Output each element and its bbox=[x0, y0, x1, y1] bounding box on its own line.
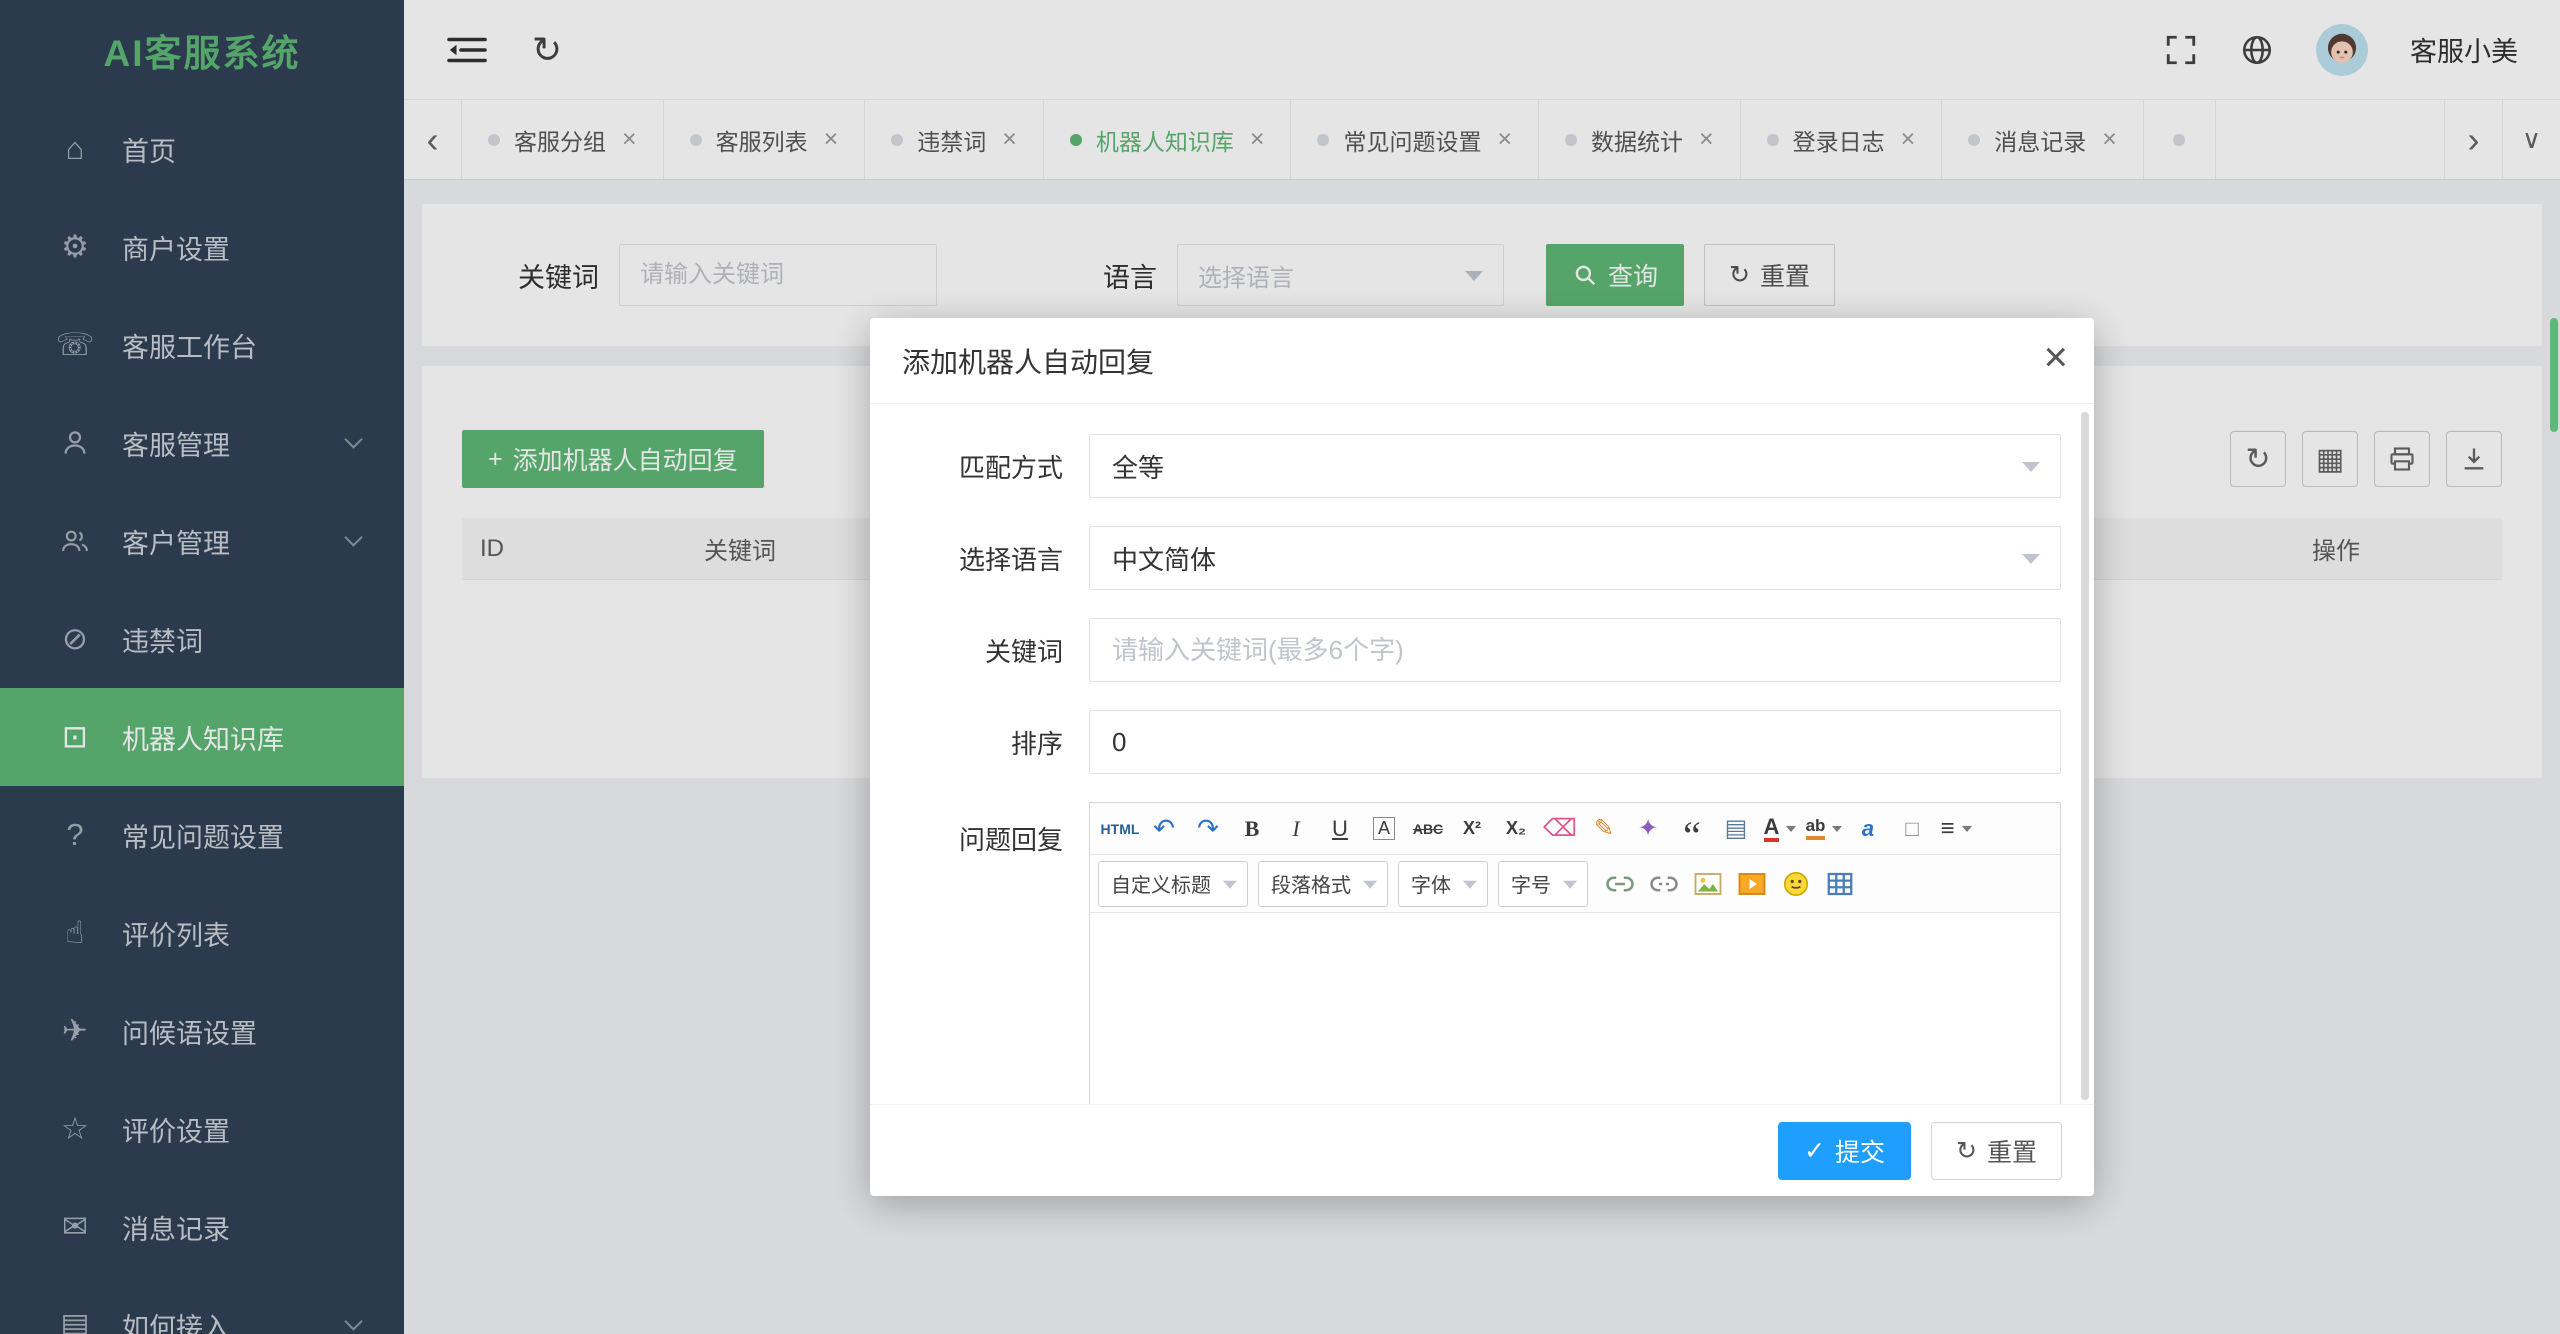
font-style-icon[interactable]: A bbox=[1363, 809, 1405, 849]
blockquote-icon[interactable]: “ bbox=[1671, 809, 1713, 855]
rich-text-editor: HTML ↶ ↷ B I U A ABC X² X₂ ⌫ ✎ ✦ “ ▤ A a bbox=[1089, 802, 2061, 1104]
modal-reset-button[interactable]: ↻ 重置 bbox=[1931, 1121, 2062, 1180]
match-type-value: 全等 bbox=[1112, 452, 1165, 483]
close-icon[interactable]: × bbox=[2043, 336, 2068, 378]
modal-body: 匹配方式 全等 选择语言 中文简体 关键词 排序 bbox=[870, 404, 2094, 1104]
image-icon[interactable] bbox=[1688, 864, 1728, 904]
list-style-icon[interactable]: ≡ bbox=[1935, 809, 1977, 849]
check-icon: ✓ bbox=[1804, 1136, 1826, 1165]
add-auto-reply-modal: 添加机器人自动回复 × 匹配方式 全等 选择语言 中文简体 关键词 排序 bbox=[870, 318, 2094, 1196]
page-scrollbar-thumb[interactable] bbox=[2550, 318, 2558, 432]
paste-icon[interactable]: ▤ bbox=[1715, 809, 1757, 849]
editor-content-area[interactable] bbox=[1090, 913, 2060, 1104]
match-type-label: 匹配方式 bbox=[958, 452, 1063, 483]
html-source-icon[interactable]: HTML bbox=[1099, 809, 1141, 849]
language-select-label: 选择语言 bbox=[958, 544, 1063, 575]
undo-icon[interactable]: ↶ bbox=[1143, 809, 1185, 849]
modal-footer: ✓ 提交 ↻ 重置 bbox=[870, 1104, 2094, 1196]
refresh-icon: ↻ bbox=[1956, 1136, 1977, 1165]
strikethrough-icon[interactable]: ABC bbox=[1407, 809, 1449, 849]
chevron-down-icon bbox=[1223, 880, 1237, 889]
table-icon[interactable] bbox=[1820, 864, 1860, 904]
remove-format-icon[interactable]: ⌫ bbox=[1539, 809, 1581, 849]
language-value: 中文简体 bbox=[1112, 544, 1217, 575]
font-family-dropdown[interactable]: 字体 bbox=[1398, 860, 1488, 907]
chevron-down-icon bbox=[1563, 880, 1577, 889]
font-color-icon[interactable]: A bbox=[1759, 809, 1801, 849]
italic-icon[interactable]: I bbox=[1275, 809, 1317, 849]
chevron-down-icon bbox=[1961, 825, 1972, 832]
modal-language-select[interactable]: 中文简体 bbox=[1089, 526, 2061, 590]
match-type-row: 匹配方式 全等 bbox=[870, 434, 2094, 498]
editor-toolbar-row2: 自定义标题 段落格式 字体 字号 bbox=[1090, 855, 2060, 913]
paragraph-format-dropdown[interactable]: 段落格式 bbox=[1258, 860, 1388, 907]
chevron-down-icon bbox=[1363, 880, 1377, 889]
submit-button[interactable]: ✓ 提交 bbox=[1778, 1121, 1912, 1180]
sort-input[interactable] bbox=[1112, 726, 2038, 758]
modal-title: 添加机器人自动回复 bbox=[902, 346, 1155, 378]
sort-field bbox=[1089, 710, 2061, 774]
sort-row: 排序 bbox=[870, 710, 2094, 774]
underline-icon[interactable]: U bbox=[1319, 809, 1361, 849]
keyword-field bbox=[1089, 618, 2061, 682]
emoji-icon[interactable] bbox=[1776, 864, 1816, 904]
chevron-down-icon bbox=[1786, 825, 1797, 832]
keyword-row: 关键词 bbox=[870, 618, 2094, 682]
language-row: 选择语言 中文简体 bbox=[870, 526, 2094, 590]
custom-title-dropdown[interactable]: 自定义标题 bbox=[1098, 860, 1248, 907]
auto-format-icon[interactable]: ✦ bbox=[1627, 809, 1669, 849]
bold-icon[interactable]: B bbox=[1231, 809, 1273, 849]
modal-header: 添加机器人自动回复 bbox=[870, 318, 2094, 404]
reply-row: 问题回复 HTML ↶ ↷ B I U A ABC X² X₂ ⌫ ✎ ✦ “ bbox=[870, 802, 2094, 1104]
sort-label: 排序 bbox=[1010, 728, 1063, 759]
chevron-down-icon bbox=[1832, 825, 1843, 832]
format-painter-icon[interactable]: ✎ bbox=[1583, 809, 1625, 849]
chevron-down-icon bbox=[1463, 880, 1477, 889]
superscript-icon[interactable]: X² bbox=[1451, 809, 1493, 849]
anchor-icon[interactable]: a bbox=[1847, 809, 1889, 849]
modal-keyword-label: 关键词 bbox=[984, 636, 1063, 667]
subscript-icon[interactable]: X₂ bbox=[1495, 809, 1537, 849]
match-type-select[interactable]: 全等 bbox=[1089, 434, 2061, 498]
media-flash-icon[interactable] bbox=[1732, 864, 1772, 904]
new-document-icon[interactable]: □ bbox=[1891, 809, 1933, 849]
modal-scrollbar-thumb[interactable] bbox=[2081, 412, 2089, 1100]
modal-keyword-input[interactable] bbox=[1112, 634, 2038, 666]
chevron-down-icon bbox=[2022, 554, 2040, 564]
chevron-down-icon bbox=[2022, 462, 2040, 472]
link-icon[interactable] bbox=[1600, 864, 1640, 904]
unlink-icon[interactable] bbox=[1644, 864, 1684, 904]
reply-label: 问题回复 bbox=[958, 825, 1063, 855]
font-size-dropdown[interactable]: 字号 bbox=[1498, 860, 1588, 907]
editor-toolbar-row1: HTML ↶ ↷ B I U A ABC X² X₂ ⌫ ✎ ✦ “ ▤ A a bbox=[1090, 803, 2060, 855]
highlight-color-icon[interactable]: ab bbox=[1803, 809, 1845, 849]
redo-icon[interactable]: ↷ bbox=[1187, 809, 1229, 849]
